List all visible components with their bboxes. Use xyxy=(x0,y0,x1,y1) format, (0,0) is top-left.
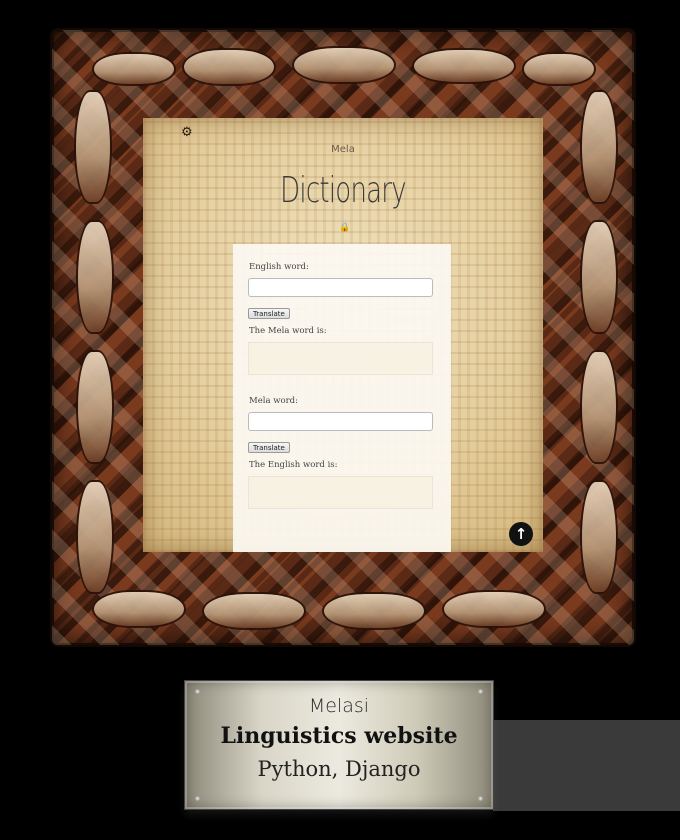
arrow-up-circle-icon[interactable]: ↑ xyxy=(509,522,533,546)
gear-icon[interactable]: ⚙ xyxy=(181,125,193,140)
frame-leaf-ornament xyxy=(76,220,114,334)
translate-mela-button[interactable]: Translate xyxy=(248,442,290,453)
english-word-input[interactable] xyxy=(248,278,433,297)
website-screenshot: ⚙ Mela Dictionary 🔒 English word: Transl… xyxy=(143,118,543,552)
english-word-label: English word: xyxy=(249,262,309,272)
mela-word-label: Mela word: xyxy=(249,396,298,406)
frame-leaf-ornament xyxy=(322,592,426,630)
caption-plaque: Melasi Linguistics website Python, Djang… xyxy=(185,681,493,809)
page-title: Dictionary xyxy=(280,170,406,211)
mela-result-label: The Mela word is: xyxy=(249,326,327,336)
english-result-output xyxy=(248,476,433,509)
frame-leaf-ornament xyxy=(442,590,546,628)
plaque-tech-stack: Python, Django xyxy=(257,757,421,781)
frame-leaf-ornament xyxy=(580,90,618,204)
translation-panel: English word: Translate The Mela word is… xyxy=(233,244,451,552)
plaque-project-type: Linguistics website xyxy=(220,723,458,749)
lock-icon[interactable]: 🔒 xyxy=(339,223,350,233)
frame-leaf-ornament xyxy=(580,220,618,334)
frame-leaf-ornament xyxy=(182,48,276,86)
shadow-block xyxy=(493,720,680,811)
mela-result-output xyxy=(248,342,433,375)
frame-leaf-ornament xyxy=(202,592,306,630)
plaque-project-name: Melasi xyxy=(308,695,370,717)
frame-leaf-ornament xyxy=(580,480,618,594)
frame-leaf-ornament xyxy=(292,46,396,84)
translate-english-button[interactable]: Translate xyxy=(248,308,290,319)
screw-icon xyxy=(195,689,200,694)
mela-word-input[interactable] xyxy=(248,412,433,431)
english-result-label: The English word is: xyxy=(249,460,338,470)
frame-leaf-ornament xyxy=(412,48,516,84)
frame-leaf-ornament xyxy=(522,52,596,86)
screw-icon xyxy=(478,796,483,801)
site-brand: Mela xyxy=(331,144,355,155)
frame-leaf-ornament xyxy=(580,350,618,464)
screw-icon xyxy=(195,796,200,801)
frame-leaf-ornament xyxy=(92,590,186,628)
frame-leaf-ornament xyxy=(92,52,176,86)
frame-leaf-ornament xyxy=(76,480,114,594)
frame-leaf-ornament xyxy=(74,90,112,204)
frame-leaf-ornament xyxy=(76,350,114,464)
screw-icon xyxy=(478,689,483,694)
